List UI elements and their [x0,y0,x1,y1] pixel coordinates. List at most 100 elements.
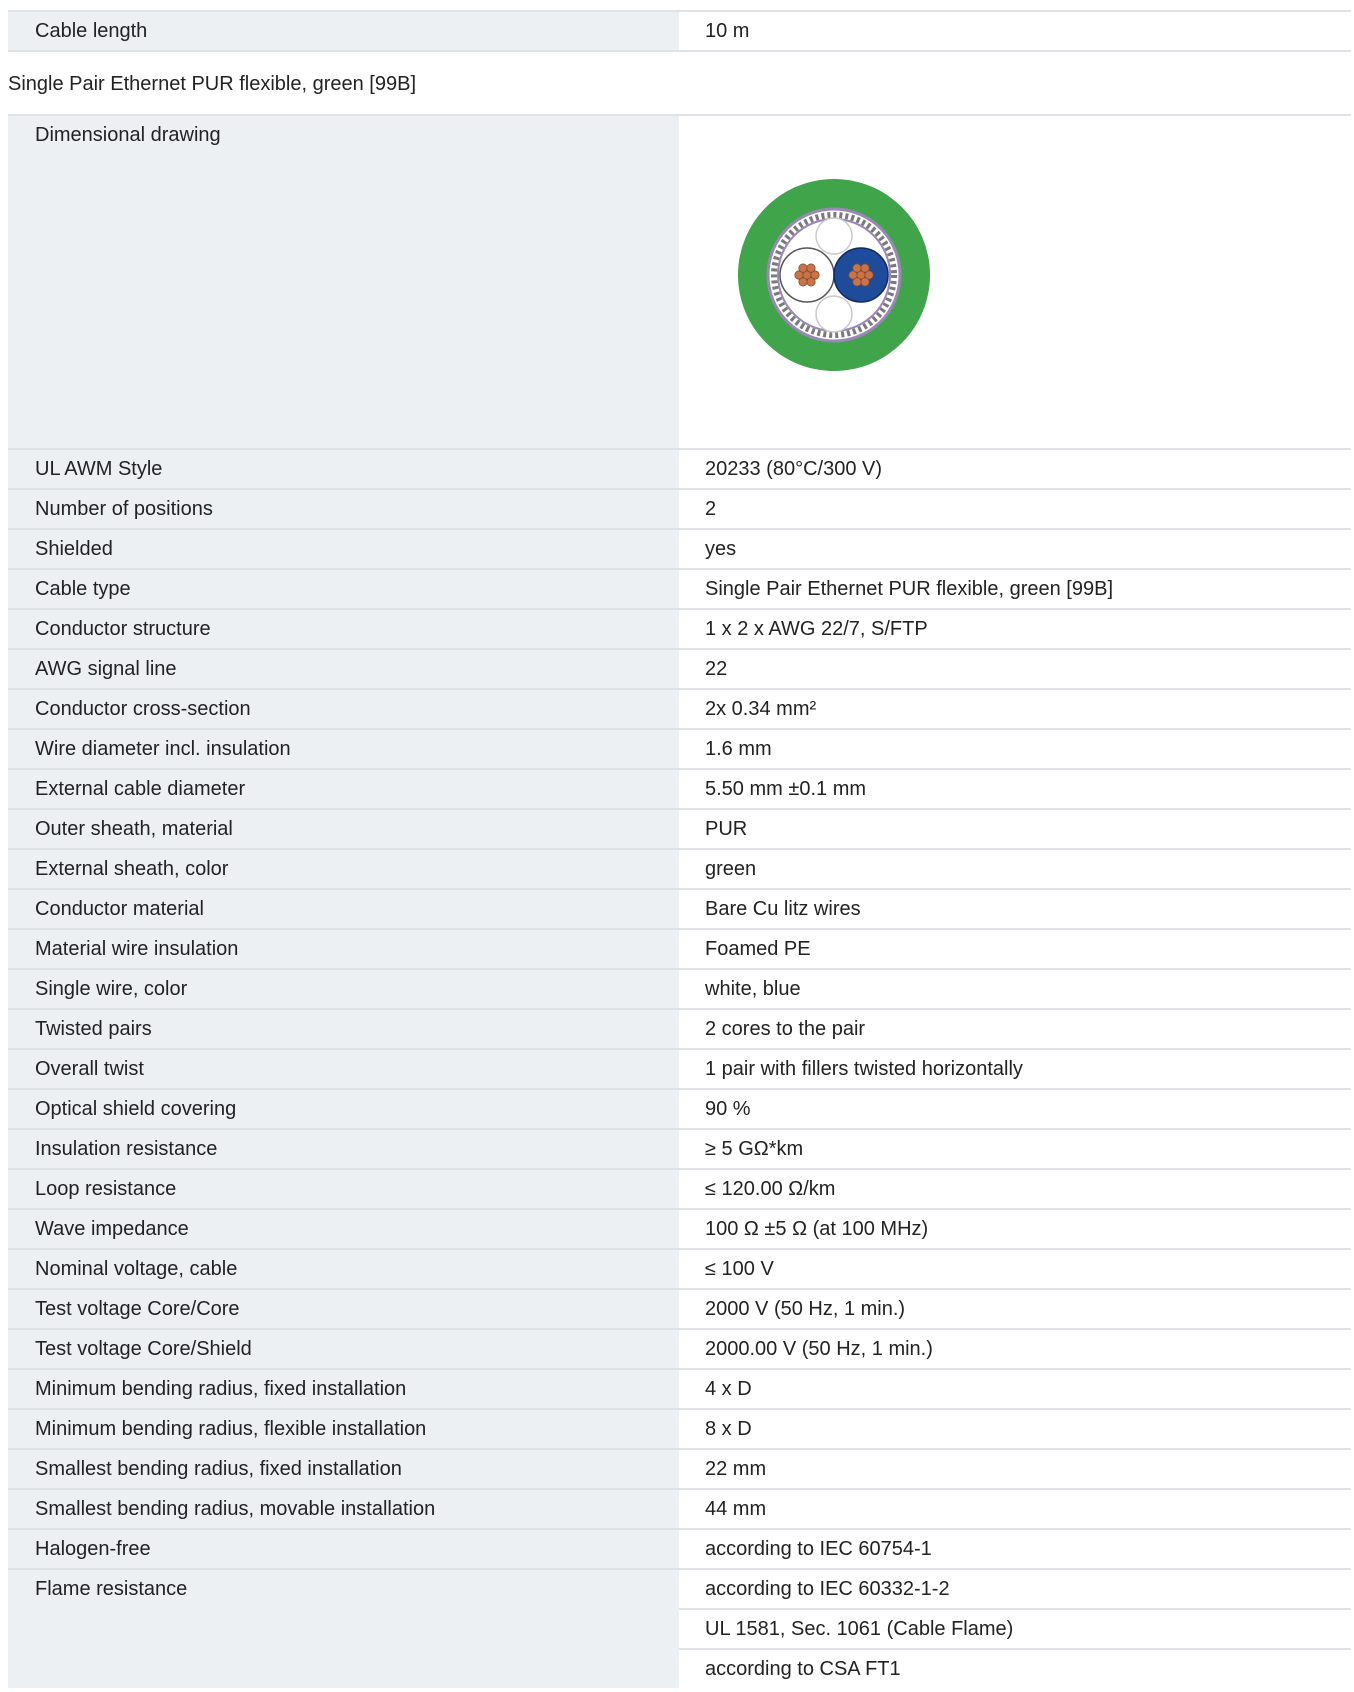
spec-label: Overall twist [8,1048,679,1089]
spec-value: yes [679,528,1351,569]
spec-value: 2000 V (50 Hz, 1 min.) [679,1288,1351,1329]
spec-value: Bare Cu litz wires [679,888,1351,929]
cable-cross-section-image [738,179,930,371]
spec-row: Smallest bending radius, movable install… [8,1488,1351,1529]
spec-label: Minimum bending radius, flexible install… [8,1408,679,1449]
spec-row: Nominal voltage, cable ≤ 100 V [8,1248,1351,1289]
spec-row: Halogen-free according to IEC 60754-1 [8,1528,1351,1569]
spec-row: Conductor structure 1 x 2 x AWG 22/7, S/F… [8,608,1351,649]
spec-value: 20233 (80°C/300 V) [679,448,1351,489]
spec-row: Minimum bending radius, flexible install… [8,1408,1351,1449]
spec-row: Material wire insulation Foamed PE [8,928,1351,969]
spec-value: 5.50 mm ±0.1 mm [679,768,1351,809]
spec-label: Cable length [8,10,679,52]
spec-row: Cable type Single Pair Ethernet PUR flexi… [8,568,1351,609]
spec-row: Conductor material Bare Cu litz wires [8,888,1351,929]
copper-strand [798,263,808,273]
spec-value: 22 [679,648,1351,689]
spec-row: Conductor cross-section 2x 0.34 mm² [8,688,1351,729]
spec-row: Test voltage Core/Shield 2000.00 V (50 Hz… [8,1328,1351,1369]
spec-value: 1 pair with fillers twisted horizontally [679,1048,1351,1089]
spec-row: Insulation resistance ≥ 5 GΩ*km [8,1128,1351,1169]
spec-value: according to CSA FT1 [679,1648,1351,1688]
spec-label: Material wire insulation [8,928,679,969]
spec-value: 2000.00 V (50 Hz, 1 min.) [679,1328,1351,1369]
spec-row: External cable diameter 5.50 mm ±0.1 mm [8,768,1351,809]
spec-row: External sheath, color green [8,848,1351,889]
spec-value: ≤ 120.00 Ω/km [679,1168,1351,1209]
spec-label: External sheath, color [8,848,679,889]
spec-value: 1 x 2 x AWG 22/7, S/FTP [679,608,1351,649]
spec-label: Insulation resistance [8,1128,679,1169]
spec-row: Optical shield covering 90 % [8,1088,1351,1129]
spec-value: 22 mm [679,1448,1351,1489]
spec-label: Conductor cross-section [8,688,679,729]
spec-label: Halogen-free [8,1528,679,1569]
spec-label: Minimum bending radius, fixed installati… [8,1368,679,1409]
spec-value: 90 % [679,1088,1351,1129]
spec-label: Conductor structure [8,608,679,649]
spec-row: Loop resistance ≤ 120.00 Ω/km [8,1168,1351,1209]
spec-label: Twisted pairs [8,1008,679,1049]
spec-row: Outer sheath, material PUR [8,808,1351,849]
spec-row: Shielded yes [8,528,1351,569]
spec-row: Single wire, color white, blue [8,968,1351,1009]
spec-value: 1.6 mm [679,728,1351,769]
spec-label: Cable type [8,568,679,609]
spec-value: 100 Ω ±5 Ω (at 100 MHz) [679,1208,1351,1249]
copper-strand [860,277,870,287]
spec-label: Wire diameter incl. insulation [8,728,679,769]
spec-value: UL 1581, Sec. 1061 (Cable Flame) [679,1608,1351,1649]
spec-value: 8 x D [679,1408,1351,1449]
spec-row: Wave impedance 100 Ω ±5 Ω (at 100 MHz) [8,1208,1351,1249]
spec-row: Test voltage Core/Core 2000 V (50 Hz, 1 m… [8,1288,1351,1329]
copper-strand [860,263,870,273]
spec-label: Nominal voltage, cable [8,1248,679,1289]
spec-label: Outer sheath, material [8,808,679,849]
spec-value: ≤ 100 V [679,1248,1351,1289]
spec-value: Single Pair Ethernet PUR flexible, green… [679,568,1351,609]
spec-table: Dimensional drawing UL AWM Style 20233 (… [8,114,1351,1688]
spec-row: AWG signal line 22 [8,648,1351,689]
spec-label: Smallest bending radius, movable install… [8,1488,679,1529]
spec-row: Minimum bending radius, fixed installati… [8,1368,1351,1409]
cable-length-table: Cable length 10 m [8,10,1351,52]
spec-row: Overall twist 1 pair with fillers twisted… [8,1048,1351,1089]
spec-row: Twisted pairs 2 cores to the pair [8,1008,1351,1049]
spec-value: Foamed PE [679,928,1351,969]
spec-value: 2x 0.34 mm² [679,688,1351,729]
spec-row: Wire diameter incl. insulation 1.6 mm [8,728,1351,769]
spec-value: 4 x D [679,1368,1351,1409]
spec-label: Number of positions [8,488,679,529]
spec-label: Loop resistance [8,1168,679,1209]
spec-value: 2 cores to the pair [679,1008,1351,1049]
spec-row: Smallest bending radius, fixed installat… [8,1448,1351,1489]
spec-value: PUR [679,808,1351,849]
spec-label: Flame resistance [8,1568,679,1688]
spec-value: 44 mm [679,1488,1351,1529]
spec-label: Single wire, color [8,968,679,1009]
copper-strand [852,263,862,273]
spec-value: white, blue [679,968,1351,1009]
spec-label: Shielded [8,528,679,569]
spec-row: UL AWM Style 20233 (80°C/300 V) [8,448,1351,489]
drawing-cell [679,114,1351,449]
spec-page: Cable length 10 m Single Pair Ethernet P… [8,10,1351,1688]
spec-value: according to IEC 60332-1-2 [679,1568,1351,1609]
spec-value: green [679,848,1351,889]
spec-label: Test voltage Core/Shield [8,1328,679,1369]
spec-row-cable-length: Cable length 10 m [8,10,1351,52]
spec-label: Smallest bending radius, fixed installat… [8,1448,679,1489]
section-title: Single Pair Ethernet PUR flexible, green… [8,73,416,95]
spec-label: Conductor material [8,888,679,929]
spec-value: according to IEC 60754-1 [679,1528,1351,1569]
spec-row: Number of positions 2 [8,488,1351,529]
spec-label: Wave impedance [8,1208,679,1249]
spec-value: 10 m [679,10,1351,52]
spec-row: Flame resistance according to IEC 60332-1… [8,1568,1351,1688]
spec-label: External cable diameter [8,768,679,809]
spec-label: Optical shield covering [8,1088,679,1129]
spec-label: Dimensional drawing [8,114,679,449]
spec-label: UL AWM Style [8,448,679,489]
spec-value: 2 [679,488,1351,529]
